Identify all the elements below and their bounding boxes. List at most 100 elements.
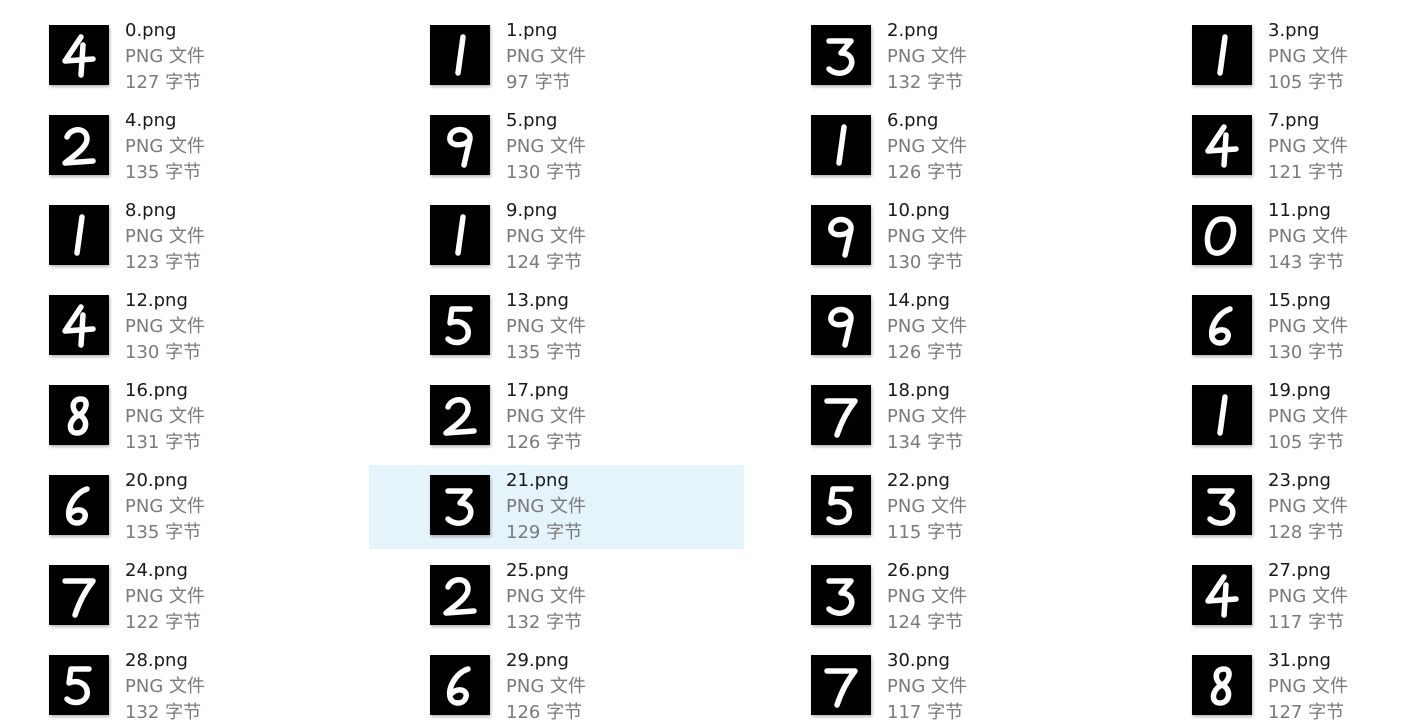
file-name: 3.png xyxy=(1268,20,1320,41)
file-item[interactable]: 13.png PNG 文件 135 字节 xyxy=(369,285,744,369)
file-thumbnail xyxy=(49,385,109,445)
file-item[interactable]: 28.png PNG 文件 132 字节 xyxy=(0,645,363,723)
file-item[interactable]: 1.png PNG 文件 97 字节 xyxy=(369,15,744,99)
file-item[interactable]: 8.png PNG 文件 123 字节 xyxy=(0,195,363,279)
file-name: 14.png xyxy=(887,290,950,311)
file-size: 115 字节 xyxy=(887,522,964,543)
file-name: 26.png xyxy=(887,560,950,581)
digit-6-glyph-icon xyxy=(65,486,90,526)
digit-4-glyph-icon xyxy=(1205,124,1239,168)
file-name: 15.png xyxy=(1268,290,1331,311)
file-item[interactable]: 9.png PNG 文件 124 字节 xyxy=(369,195,744,279)
file-name: 28.png xyxy=(125,650,188,671)
file-size: 135 字节 xyxy=(125,522,202,543)
digit-2-glyph-icon xyxy=(443,577,477,616)
file-type: PNG 文件 xyxy=(1268,136,1348,157)
file-name: 30.png xyxy=(887,650,950,671)
file-type: PNG 文件 xyxy=(506,316,586,337)
file-name: 2.png xyxy=(887,20,939,41)
file-item[interactable]: 26.png PNG 文件 124 字节 xyxy=(750,555,1125,639)
file-item[interactable]: 17.png PNG 文件 126 字节 xyxy=(369,375,744,459)
file-item[interactable]: 30.png PNG 文件 117 字节 xyxy=(750,645,1125,723)
file-thumbnail xyxy=(49,205,109,265)
file-name: 0.png xyxy=(125,20,177,41)
file-size: 121 字节 xyxy=(1268,162,1345,183)
digit-9-glyph-icon xyxy=(828,306,854,348)
file-thumbnail xyxy=(811,475,871,535)
file-size: 122 字节 xyxy=(125,612,202,633)
digit-2-glyph-icon xyxy=(443,397,477,436)
file-item[interactable]: 20.png PNG 文件 135 字节 xyxy=(0,465,363,549)
file-type: PNG 文件 xyxy=(506,586,586,607)
file-type: PNG 文件 xyxy=(125,136,205,157)
digit-7-glyph-icon xyxy=(824,668,858,708)
file-item[interactable]: 10.png PNG 文件 130 字节 xyxy=(750,195,1125,279)
file-thumbnail xyxy=(1192,385,1252,445)
file-thumbnail xyxy=(811,205,871,265)
file-size: 130 字节 xyxy=(125,342,202,363)
digit-1-glyph-icon xyxy=(74,214,85,256)
file-thumbnail xyxy=(1192,475,1252,535)
file-size: 127 字节 xyxy=(1268,702,1345,723)
file-thumbnail xyxy=(49,565,109,625)
file-thumbnail xyxy=(1192,295,1252,355)
file-type: PNG 文件 xyxy=(887,46,967,67)
file-item[interactable]: 7.png PNG 文件 121 字节 xyxy=(1131,105,1405,189)
file-item[interactable]: 2.png PNG 文件 132 字节 xyxy=(750,15,1125,99)
file-item[interactable]: 27.png PNG 文件 117 字节 xyxy=(1131,555,1405,639)
file-size: 132 字节 xyxy=(887,72,964,93)
file-type: PNG 文件 xyxy=(1268,586,1348,607)
file-item[interactable]: 12.png PNG 文件 130 字节 xyxy=(0,285,363,369)
file-size: 143 字节 xyxy=(1268,252,1345,273)
file-type: PNG 文件 xyxy=(506,406,586,427)
file-item[interactable]: 3.png PNG 文件 105 字节 xyxy=(1131,15,1405,99)
file-thumbnail xyxy=(49,25,109,85)
file-type: PNG 文件 xyxy=(887,316,967,337)
file-item[interactable]: 31.png PNG 文件 127 字节 xyxy=(1131,645,1405,723)
file-size: 135 字节 xyxy=(506,342,583,363)
file-thumbnail xyxy=(49,115,109,175)
digit-3-glyph-icon xyxy=(1207,488,1236,526)
file-item[interactable]: 5.png PNG 文件 130 字节 xyxy=(369,105,744,189)
file-type: PNG 文件 xyxy=(125,406,205,427)
digit-3-glyph-icon xyxy=(826,38,855,76)
file-item[interactable]: 6.png PNG 文件 126 字节 xyxy=(750,105,1125,189)
file-item[interactable]: 15.png PNG 文件 130 字节 xyxy=(1131,285,1405,369)
file-item[interactable]: 25.png PNG 文件 132 字节 xyxy=(369,555,744,639)
file-size: 123 字节 xyxy=(125,252,202,273)
file-thumbnail xyxy=(811,115,871,175)
file-thumbnail xyxy=(430,385,490,445)
digit-4-glyph-icon xyxy=(62,34,96,78)
file-item[interactable]: 19.png PNG 文件 105 字节 xyxy=(1131,375,1405,459)
file-item[interactable]: 23.png PNG 文件 128 字节 xyxy=(1131,465,1405,549)
file-item[interactable]: 4.png PNG 文件 135 字节 xyxy=(0,105,363,189)
digit-3-glyph-icon xyxy=(445,488,474,526)
file-item[interactable]: 18.png PNG 文件 134 字节 xyxy=(750,375,1125,459)
digit-5-glyph-icon xyxy=(64,666,92,706)
file-thumbnail xyxy=(1192,205,1252,265)
file-item[interactable]: 16.png PNG 文件 131 字节 xyxy=(0,375,363,459)
digit-3-glyph-icon xyxy=(826,578,855,616)
file-item[interactable]: 14.png PNG 文件 126 字节 xyxy=(750,285,1125,369)
file-item[interactable]: 0.png PNG 文件 127 字节 xyxy=(0,15,363,99)
file-type: PNG 文件 xyxy=(506,226,586,247)
digit-4-glyph-icon xyxy=(62,304,96,348)
file-item[interactable]: 21.png PNG 文件 129 字节 xyxy=(369,465,744,549)
file-thumbnail xyxy=(430,25,490,85)
digit-5-glyph-icon xyxy=(445,306,473,346)
file-name: 19.png xyxy=(1268,380,1331,401)
file-size: 135 字节 xyxy=(125,162,202,183)
file-thumbnail xyxy=(49,295,109,355)
file-type: PNG 文件 xyxy=(506,46,586,67)
file-name: 10.png xyxy=(887,200,950,221)
digit-1-glyph-icon xyxy=(1217,394,1228,436)
file-type: PNG 文件 xyxy=(1268,406,1348,427)
file-item[interactable]: 11.png PNG 文件 143 字节 xyxy=(1131,195,1405,279)
file-size: 124 字节 xyxy=(506,252,583,273)
file-thumbnail xyxy=(1192,25,1252,85)
file-item[interactable]: 29.png PNG 文件 126 字节 xyxy=(369,645,744,723)
file-type: PNG 文件 xyxy=(125,586,205,607)
file-item[interactable]: 24.png PNG 文件 122 字节 xyxy=(0,555,363,639)
file-item[interactable]: 22.png PNG 文件 115 字节 xyxy=(750,465,1125,549)
file-size: 105 字节 xyxy=(1268,432,1345,453)
